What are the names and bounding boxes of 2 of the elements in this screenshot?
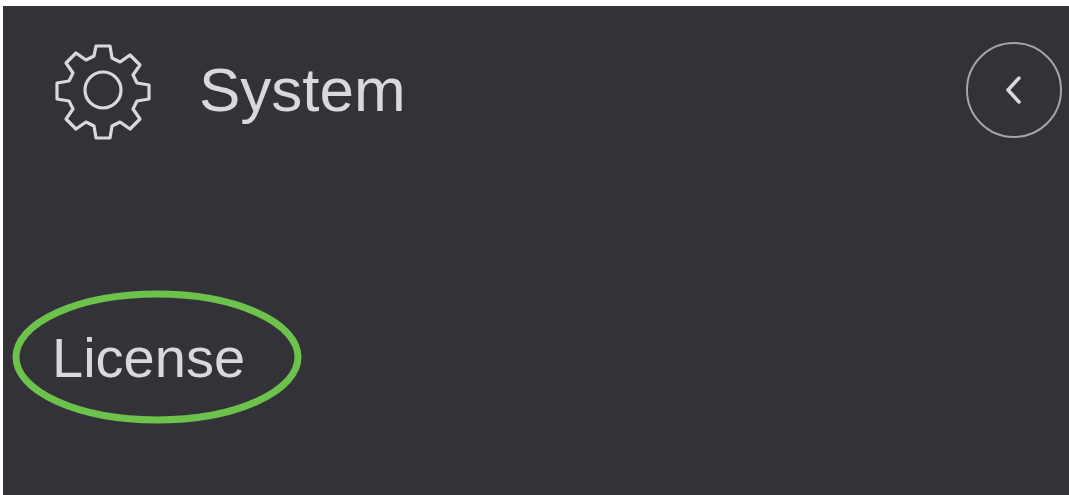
collapse-button[interactable] [966, 42, 1062, 138]
menu-item[interactable]: License [52, 330, 246, 386]
